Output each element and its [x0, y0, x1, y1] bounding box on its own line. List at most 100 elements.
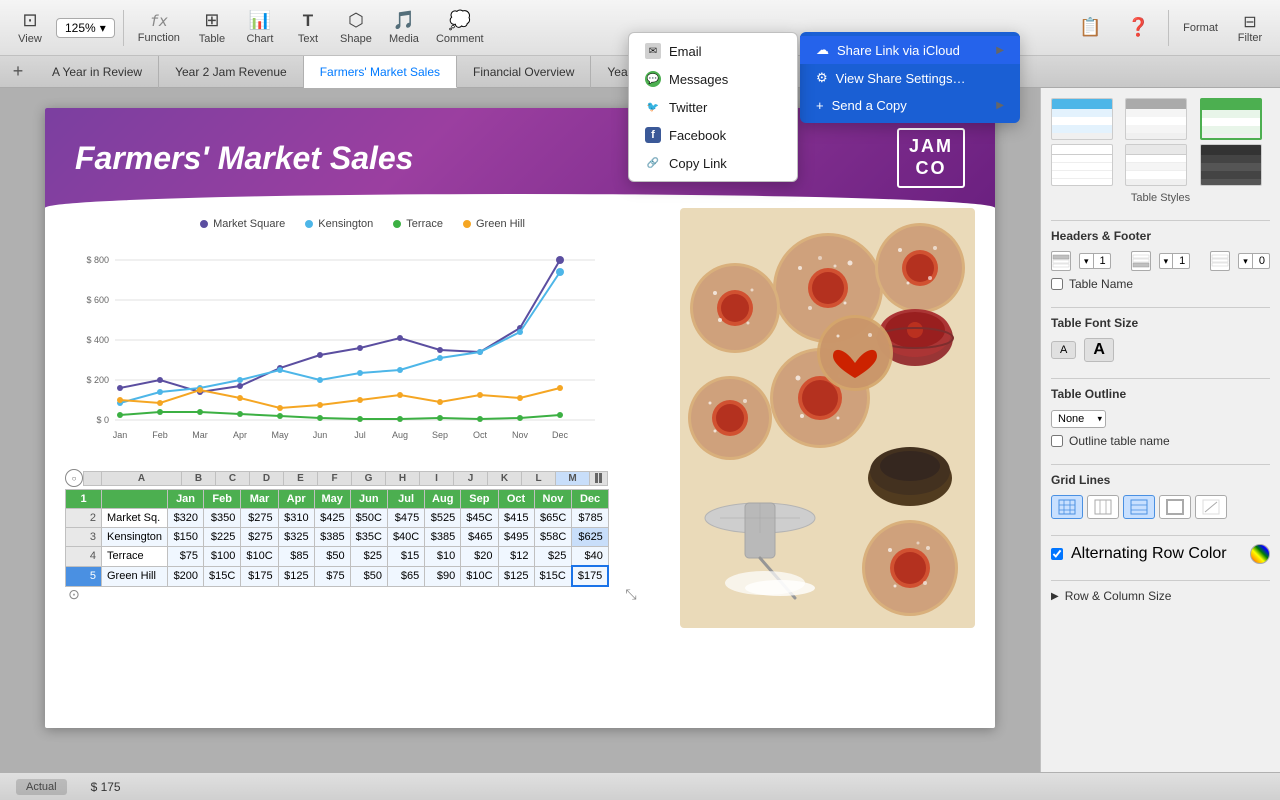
header-jun[interactable]: Jun [350, 490, 387, 509]
style-thumb-2[interactable] [1125, 98, 1195, 140]
menu-item-twitter[interactable]: 🐦 Twitter [629, 93, 797, 121]
cell-2-sep[interactable]: $45C [461, 509, 498, 528]
view-button[interactable]: ⊡ View [8, 4, 52, 52]
header-jul[interactable]: Jul [387, 490, 424, 509]
header-sep[interactable]: Sep [461, 490, 498, 509]
col-header-J[interactable]: J [454, 471, 488, 485]
col-header-A[interactable]: A [102, 471, 182, 485]
col-header-H[interactable]: H [386, 471, 420, 485]
header-may[interactable]: May [314, 490, 350, 509]
row-column-size-row[interactable]: ▶ Row & Column Size [1051, 589, 1270, 603]
menu-item-facebook[interactable]: f Facebook [629, 121, 797, 149]
footer-icon[interactable] [1131, 251, 1151, 271]
cell-2-nov[interactable]: $65C [534, 509, 572, 528]
headers-icon[interactable] [1051, 251, 1071, 271]
help-button[interactable]: ❓ [1116, 4, 1160, 52]
footer2-icon[interactable] [1210, 251, 1230, 271]
grid-rows-button[interactable] [1123, 495, 1155, 519]
cell-3-jan[interactable]: $150 [168, 528, 204, 547]
header-jan[interactable]: Jan [168, 490, 204, 509]
cell-4-jul[interactable]: $15 [387, 547, 424, 567]
cell-3-feb[interactable]: $225 [204, 528, 241, 547]
cell-2-dec[interactable]: $785 [572, 509, 608, 528]
font-size-large-button[interactable]: A [1084, 338, 1114, 362]
comment-button[interactable]: 💭 Comment [430, 4, 490, 52]
col-header-I[interactable]: I [420, 471, 454, 485]
menu-item-email[interactable]: ✉ Email [629, 37, 797, 65]
cell-4-oct[interactable]: $12 [498, 547, 534, 567]
table-resize-handle[interactable]: ⤡ [622, 585, 640, 603]
cell-2-apr[interactable]: $310 [278, 509, 314, 528]
shape-button[interactable]: ⬡ Shape [334, 4, 378, 52]
cell-2-feb[interactable]: $350 [204, 509, 241, 528]
table-name-checkbox[interactable] [1051, 278, 1063, 290]
style-thumb-5[interactable] [1125, 144, 1195, 186]
footer-decrement[interactable]: ▾ [1160, 255, 1173, 268]
row-num-3[interactable]: 3 [66, 528, 102, 547]
cell-5-apr[interactable]: $125 [278, 566, 314, 586]
tab-farmers-market[interactable]: Farmers' Market Sales [304, 56, 457, 88]
function-button[interactable]: fx Function [132, 4, 186, 52]
clipboard-button[interactable]: 📋 [1068, 4, 1112, 52]
header-feb[interactable]: Feb [204, 490, 241, 509]
cell-5-mar[interactable]: $175 [241, 566, 278, 586]
alternating-row-checkbox[interactable] [1051, 548, 1063, 560]
cell-5-jan[interactable]: $200 [168, 566, 204, 586]
headers-decrement[interactable]: ▾ [1080, 255, 1093, 268]
media-button[interactable]: 🎵 Media [382, 4, 426, 52]
menu-item-copy-link[interactable]: 🔗 Copy Link [629, 149, 797, 177]
footer2-stepper[interactable]: ▾ 0 ▴ [1238, 253, 1270, 269]
col-header-K[interactable]: K [488, 471, 522, 485]
cell-5-may[interactable]: $75 [314, 566, 350, 586]
tab-year2-jam[interactable]: Year 2 Jam Revenue [159, 56, 304, 88]
cell-3-jun[interactable]: $35C [350, 528, 387, 547]
grid-outline-button[interactable] [1159, 495, 1191, 519]
cell-5-oct[interactable]: $125 [498, 566, 534, 586]
cell-3-nov[interactable]: $58C [534, 528, 572, 547]
color-picker-button[interactable] [1250, 544, 1270, 564]
style-thumb-4[interactable] [1051, 144, 1121, 186]
col-header-pause[interactable] [590, 471, 608, 485]
format-button[interactable]: Format [1177, 4, 1224, 52]
row-num-4[interactable]: 4 [66, 547, 102, 567]
style-thumb-1[interactable] [1051, 98, 1121, 140]
text-button[interactable]: T Text [286, 4, 330, 52]
table-button[interactable]: ⊞ Table [190, 4, 234, 52]
chart-button[interactable]: 📊 Chart [238, 4, 282, 52]
tab-year-review[interactable]: A Year in Review [36, 56, 159, 88]
cell-3-oct[interactable]: $495 [498, 528, 534, 547]
cell-greenhill-label[interactable]: Green Hill [102, 566, 168, 586]
row-num-1[interactable]: 1 [66, 490, 102, 509]
menu-item-send-copy[interactable]: + Send a Copy ▶ [800, 92, 1020, 119]
header-aug[interactable]: Aug [425, 490, 461, 509]
table-origin-circle[interactable]: ○ [65, 469, 83, 487]
cell-5-dec-selected[interactable]: $175 [572, 566, 608, 586]
cell-2-aug[interactable]: $525 [425, 509, 461, 528]
header-oct[interactable]: Oct [498, 490, 534, 509]
header-dec[interactable]: Dec [572, 490, 608, 509]
row-num-5[interactable]: 5 [66, 566, 102, 586]
headers-stepper[interactable]: ▾ 1 ▴ [1079, 253, 1111, 269]
outline-table-name-checkbox[interactable] [1051, 435, 1063, 447]
cell-3-dec[interactable]: $625 [572, 528, 608, 547]
cell-3-mar[interactable]: $275 [241, 528, 278, 547]
font-size-small-button[interactable]: A [1051, 341, 1076, 359]
cell-5-aug[interactable]: $90 [425, 566, 461, 586]
col-header-C[interactable]: C [216, 471, 250, 485]
cell-market-sq-label[interactable]: Market Sq. [102, 509, 168, 528]
cell-3-jul[interactable]: $40C [387, 528, 424, 547]
grid-cols-button[interactable] [1087, 495, 1119, 519]
cell-5-sep[interactable]: $10C [461, 566, 498, 586]
col-header-G[interactable]: G [352, 471, 386, 485]
tab-financial[interactable]: Financial Overview [457, 56, 591, 88]
cell-4-may[interactable]: $50 [314, 547, 350, 567]
header-mar[interactable]: Mar [241, 490, 278, 509]
cell-4-dec[interactable]: $40 [572, 547, 608, 567]
col-header-E[interactable]: E [284, 471, 318, 485]
header-label-col[interactable] [102, 490, 168, 509]
header-nov[interactable]: Nov [534, 490, 572, 509]
cell-terrace-label[interactable]: Terrace [102, 547, 168, 567]
filter-button[interactable]: ⊟ Filter [1228, 4, 1272, 52]
cell-2-mar[interactable]: $275 [241, 509, 278, 528]
style-thumb-3[interactable] [1200, 98, 1270, 140]
